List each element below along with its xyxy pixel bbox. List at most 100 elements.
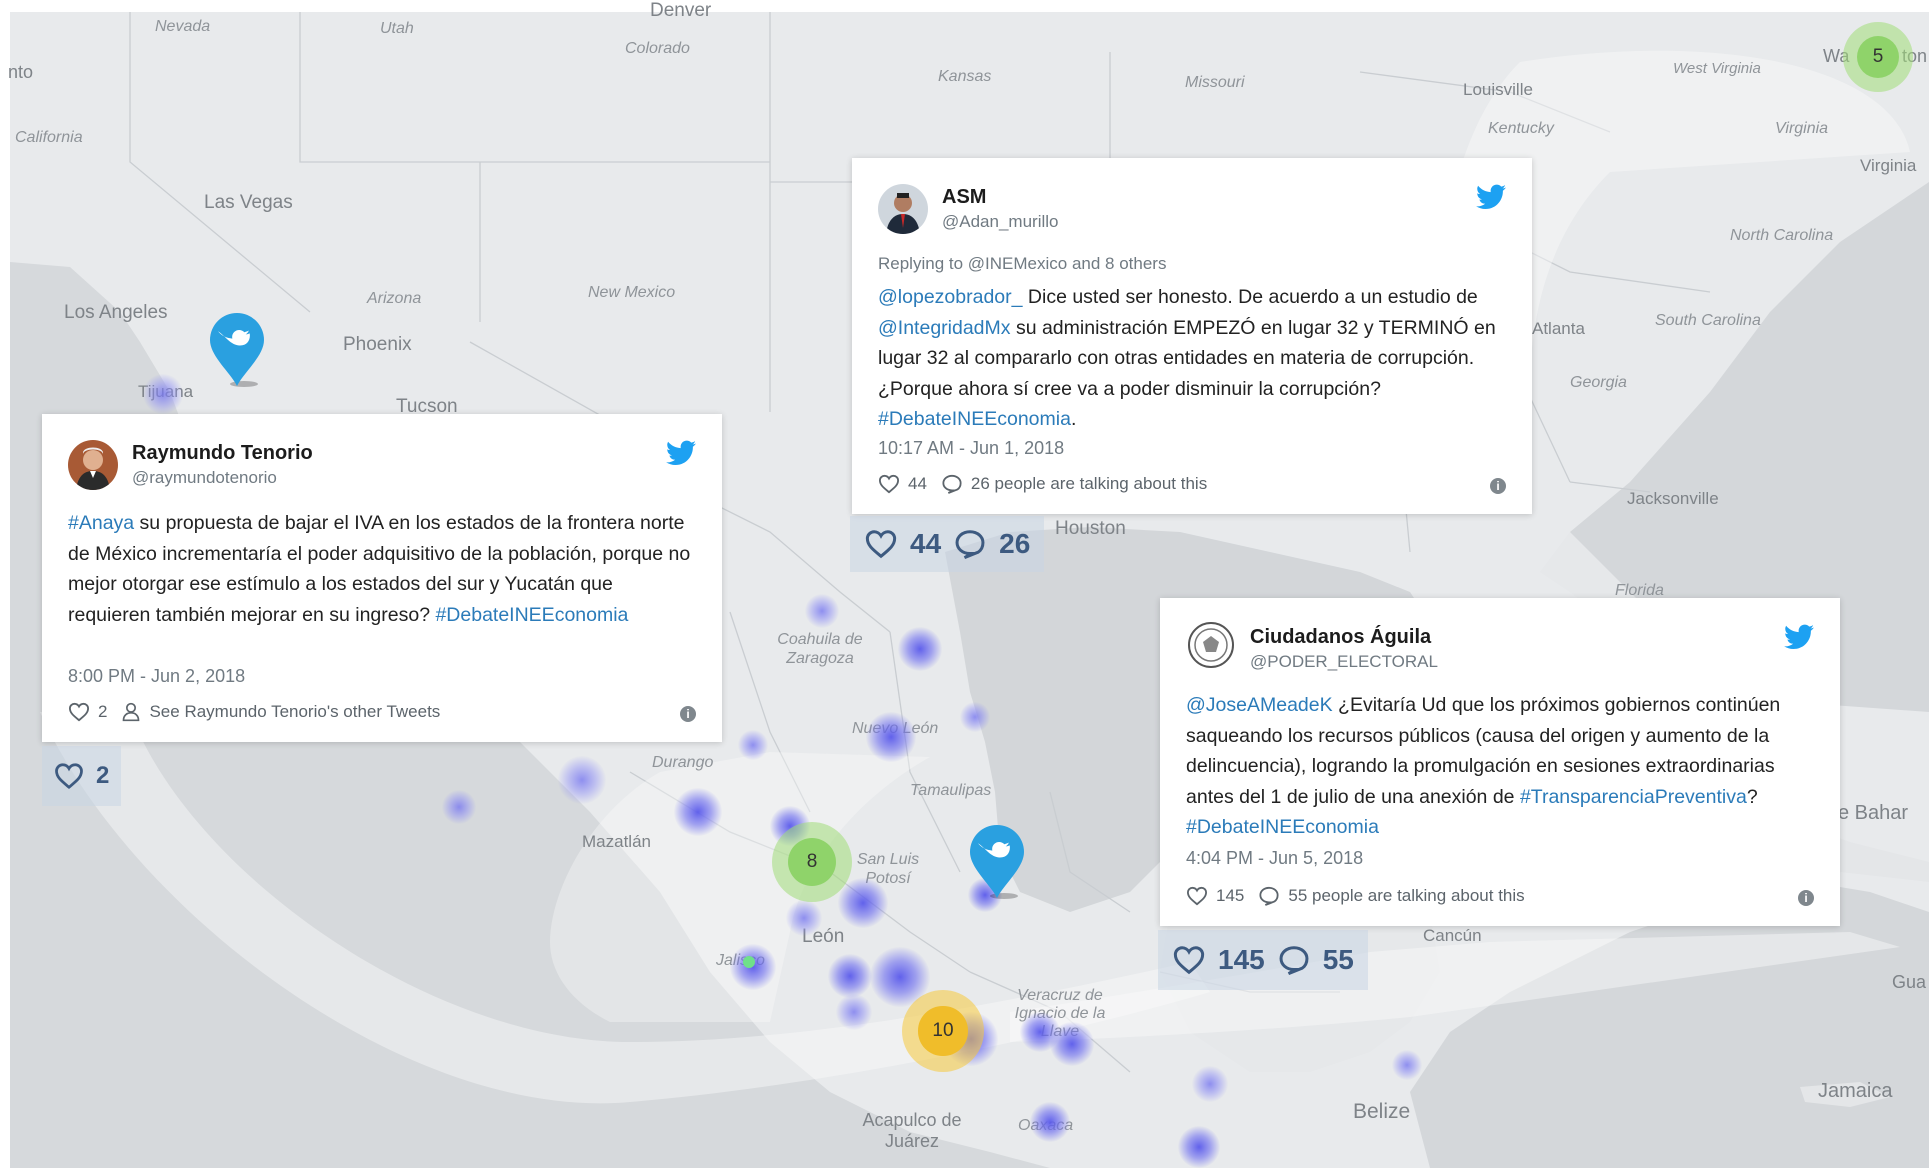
tweet-body: @lopezobrador_ Dice usted ser honesto. D… [878, 282, 1506, 435]
state-label-north-carolina: North Carolina [1730, 227, 1834, 244]
city-label-guatemala: Gua [1892, 972, 1927, 992]
city-label-acapulco: Acapulco de Juárez [862, 1110, 962, 1151]
twitter-bird-icon [210, 313, 264, 387]
heat-spot [898, 627, 942, 671]
tweet-actions: 145 55 people are talking about this [1186, 886, 1525, 906]
heart-icon[interactable] [878, 474, 900, 494]
heat-spot [828, 954, 872, 998]
info-icon[interactable]: i [680, 706, 696, 722]
heat-spot [786, 900, 822, 936]
stat-comments: 26 [999, 528, 1031, 559]
see-other-tweets-link[interactable]: See Raymundo Tenorio's other Tweets [149, 702, 440, 722]
tweet-link[interactable]: @lopezobrador_ [878, 286, 1022, 308]
tweet-actions: 2 See Raymundo Tenorio's other Tweets [68, 702, 440, 722]
state-label-kentucky: Kentucky [1488, 120, 1554, 137]
cluster-count: 8 [788, 838, 836, 886]
info-icon[interactable]: i [1798, 890, 1814, 906]
heat-spot [866, 712, 916, 762]
comment-icon [1279, 946, 1309, 975]
city-label-jamaica: Jamaica [1818, 1080, 1893, 1102]
reply-context: Replying to @INEMexico and 8 others [878, 254, 1167, 273]
author-name: Ciudadanos Águila [1250, 626, 1432, 648]
state-label-georgia: Georgia [1570, 374, 1627, 391]
tweet-stats-raymundo: 2 [42, 746, 122, 806]
city-label-louisville: Louisville [1463, 80, 1533, 99]
tweet-link[interactable]: #Anaya [68, 512, 134, 534]
author-handle[interactable]: @raymundotenorio [132, 468, 277, 488]
state-label-south-carolina: South Carolina [1655, 312, 1761, 329]
cluster-marker[interactable]: 10 [902, 990, 984, 1072]
author-name: ASM [942, 186, 987, 208]
state-label-utah: Utah [380, 20, 414, 37]
city-label-houston: Houston [1055, 518, 1126, 539]
city-label-cancun: Cancún [1423, 926, 1482, 945]
tweet-link[interactable]: #TransparenciaPreventiva [1520, 786, 1747, 808]
tweet-body: @JoseAMeadeK ¿Evitaría Ud que los próxim… [1186, 690, 1814, 843]
heat-spot [442, 790, 476, 824]
author-handle[interactable]: @Adan_murillo [942, 212, 1058, 232]
heat-spot [730, 944, 776, 990]
comment-icon[interactable] [1258, 886, 1280, 906]
state-label-virginia: Virginia [1775, 120, 1829, 137]
cluster-marker[interactable]: 5 [1843, 22, 1913, 92]
tweet-card-asm[interactable]: ASM @Adan_murillo Replying to @INEMexico… [852, 158, 1532, 514]
heart-icon[interactable] [1186, 886, 1208, 906]
tweet-text: . [1070, 408, 1077, 430]
stat-comments: 55 [1322, 944, 1354, 975]
tweet-card-aguila[interactable]: Ciudadanos Águila @PODER_ELECTORAL @Jose… [1160, 598, 1840, 926]
stat-likes: 145 [1218, 944, 1265, 975]
twitter-pin[interactable] [208, 312, 266, 388]
cluster-marker[interactable]: 8 [772, 822, 852, 902]
twitter-pin[interactable] [968, 824, 1026, 900]
heart-icon [55, 763, 83, 790]
state-label-kansas: Kansas [938, 68, 992, 85]
tweet-stats-asm: 44 26 [850, 516, 1045, 572]
avatar [878, 184, 928, 234]
tweet-body: #Anaya su propuesta de bajar el IVA en l… [68, 508, 696, 630]
tweet-link[interactable]: #DebateINEEconomia [435, 604, 628, 626]
author-name: Raymundo Tenorio [132, 442, 313, 464]
state-label-arizona: Arizona [367, 290, 422, 307]
talking-about[interactable]: 26 people are talking about this [971, 474, 1207, 494]
user-icon[interactable] [121, 702, 141, 722]
map-visualization: Nevada Utah Colorado Kansas Missouri Wes… [0, 0, 1929, 1168]
stat-likes: 2 [96, 762, 110, 789]
twitter-logo-icon[interactable] [1476, 184, 1506, 210]
heat-spot-highlight [743, 956, 755, 968]
state-label-new-mexico: New Mexico [588, 284, 676, 301]
tweet-link[interactable]: #DebateINEEconomia [878, 408, 1071, 430]
avatar [1186, 620, 1236, 670]
tweet-link[interactable]: #DebateINEEconomia [1186, 816, 1379, 838]
heart-icon[interactable] [68, 702, 90, 722]
info-icon[interactable]: i [1490, 478, 1506, 494]
twitter-logo-icon[interactable] [1784, 624, 1814, 650]
city-label-belize: Belize [1353, 1100, 1411, 1123]
tweet-link[interactable]: @IntegridadMx [878, 317, 1011, 339]
state-label-coahuila: Coahuila de Zaragoza [777, 631, 863, 667]
city-label-bahamas: e Bahar [1838, 802, 1909, 824]
comment-icon[interactable] [941, 474, 963, 494]
tweet-text: Dice usted ser honesto. De acuerdo a un … [1022, 286, 1478, 308]
like-count: 145 [1216, 886, 1245, 905]
tweet-timestamp[interactable]: 4:04 PM - Jun 5, 2018 [1186, 848, 1363, 869]
heat-spot [143, 374, 183, 414]
tweet-card-raymundo[interactable]: Raymundo Tenorio @raymundotenorio #Anaya… [42, 414, 722, 742]
like-count: 2 [98, 702, 108, 721]
tweet-timestamp[interactable]: 10:17 AM - Jun 1, 2018 [878, 438, 1064, 459]
talking-about[interactable]: 55 people are talking about this [1288, 886, 1524, 906]
tweet-timestamp[interactable]: 8:00 PM - Jun 2, 2018 [68, 666, 245, 687]
twitter-bird-icon [970, 825, 1024, 899]
heat-spot [558, 756, 606, 804]
twitter-logo-icon[interactable] [666, 440, 696, 466]
like-count: 44 [908, 474, 927, 493]
state-label-tamaulipas: Tamaulipas [910, 782, 992, 799]
state-label-durango: Durango [652, 754, 714, 771]
cluster-count: 5 [1857, 36, 1899, 78]
author-handle[interactable]: @PODER_ELECTORAL [1250, 652, 1438, 672]
comment-icon [955, 530, 985, 559]
heat-spot [805, 594, 839, 628]
heart-icon [1173, 946, 1205, 975]
heat-spot [1392, 1050, 1422, 1080]
tweet-link[interactable]: @JoseAMeadeK [1186, 694, 1333, 716]
tweet-actions: 44 26 people are talking about this [878, 474, 1207, 494]
